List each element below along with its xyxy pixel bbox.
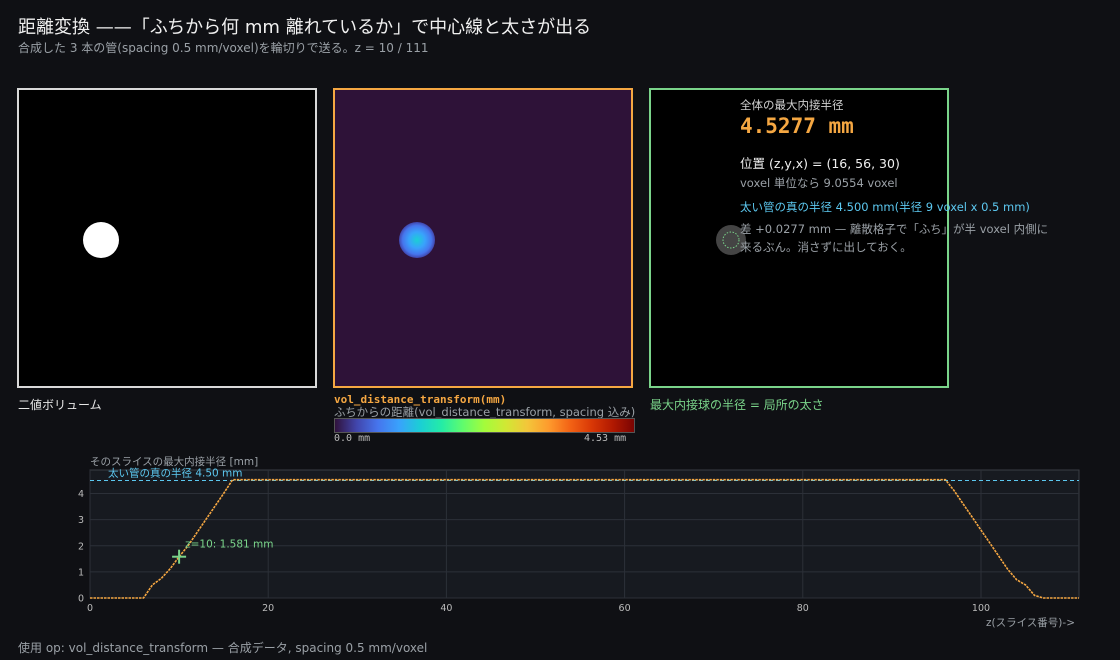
page-title: 距離変換 ——「ふちから何 mm 離れているか」で中心線と太さが出る [18,17,592,38]
binary-volume-caption: 二値ボリューム [18,398,102,412]
y-tick-label: 4 [78,489,84,500]
x-tick-label: 100 [972,603,990,614]
x-tick-label: 0 [87,603,93,614]
page-subtitle: 合成した 3 本の管(spacing 0.5 mm/voxel)を輪切りで送る。… [18,41,429,55]
difference-note-line1: 差 +0.0277 mm — 離散格子で「ふち」が半 voxel 内側に [740,222,1049,236]
x-tick-label: 60 [619,603,631,614]
radius-per-slice-chart: そのスライスの最大内接半径 [mm] 012340 20 40 60 80 100 太い管… [78,455,1080,629]
max-radius-position: 位置 (z,y,x) = (16, 56, 30) [740,156,900,171]
true-radius-reference-label: 太い管の真の半径 4.50 mm [108,466,243,479]
y-tick-label: 2 [78,541,84,552]
true-radius-note: 太い管の真の半径 4.500 mm(半径 9 voxel x 0.5 mm) [740,200,1030,214]
y-tick-label: 3 [78,515,84,526]
x-tick-label: 20 [262,603,274,614]
tube-cross-section [83,222,119,258]
x-tick-label: 80 [797,603,809,614]
binary-slice-image [83,222,119,258]
max-radius-value: 4.5277 mm [740,114,854,138]
inscribed-sphere-caption: 最大内接球の半径 = 局所の太さ [650,398,824,412]
colorbar-max-label: 4.53 mm [584,433,627,444]
distance-transform-panel [333,88,633,388]
y-tick-label: 1 [78,567,84,578]
binary-volume-panel [17,88,317,388]
chart-plot-area [89,469,1080,599]
max-radius-label: 全体の最大内接半径 [740,98,844,112]
footer-note: 使用 op: vol_distance_transform — 合成データ, s… [18,641,428,655]
distance-transform-image [399,222,435,258]
x-tick-label: 40 [440,603,452,614]
colorbar-min-label: 0.0 mm [334,433,371,444]
difference-note-line2: 来るぶん。消さずに出しておく。 [740,240,912,254]
current-slice-label: z=10: 1.581 mm [185,539,273,551]
chart-y-label: そのスライスの最大内接半径 [mm] [90,455,258,468]
y-tick-label: 0 [78,594,84,605]
dt-cross-section [399,222,435,258]
chart-x-label: z(スライス番号)-> [986,617,1075,629]
colorbar [334,418,635,433]
max-radius-voxel: voxel 単位なら 9.0554 voxel [740,176,898,190]
